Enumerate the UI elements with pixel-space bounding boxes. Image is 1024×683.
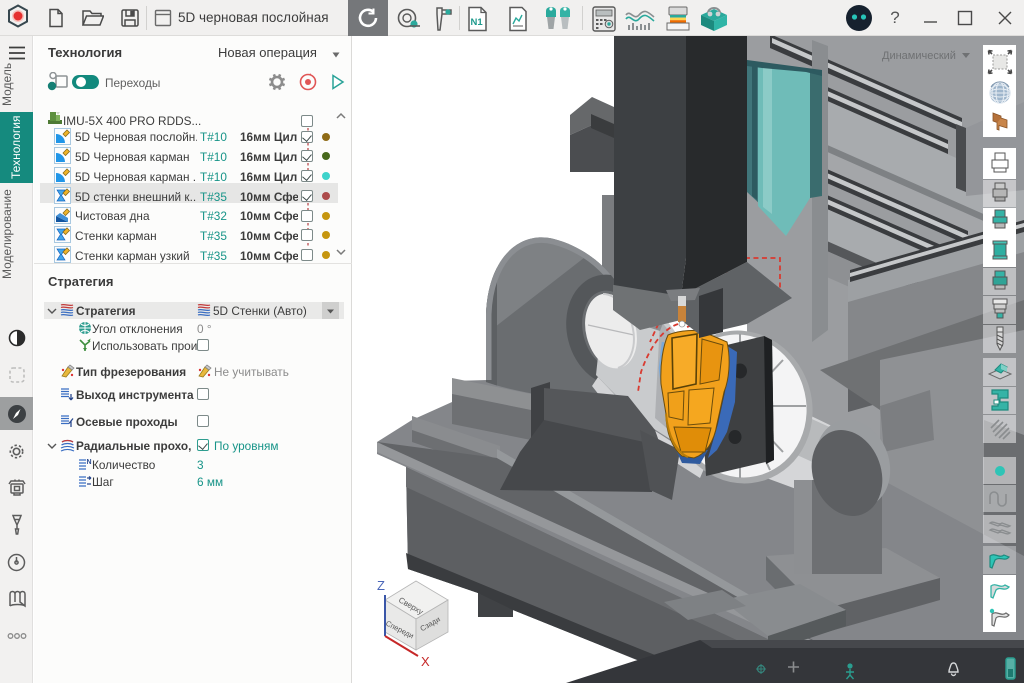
- svg-text:N: N: [87, 459, 92, 466]
- svg-text:Динамический: Динамический: [882, 50, 956, 62]
- svg-text:N1: N1: [471, 17, 484, 28]
- svg-text:X: X: [421, 654, 430, 669]
- svg-text:Z: Z: [377, 578, 385, 593]
